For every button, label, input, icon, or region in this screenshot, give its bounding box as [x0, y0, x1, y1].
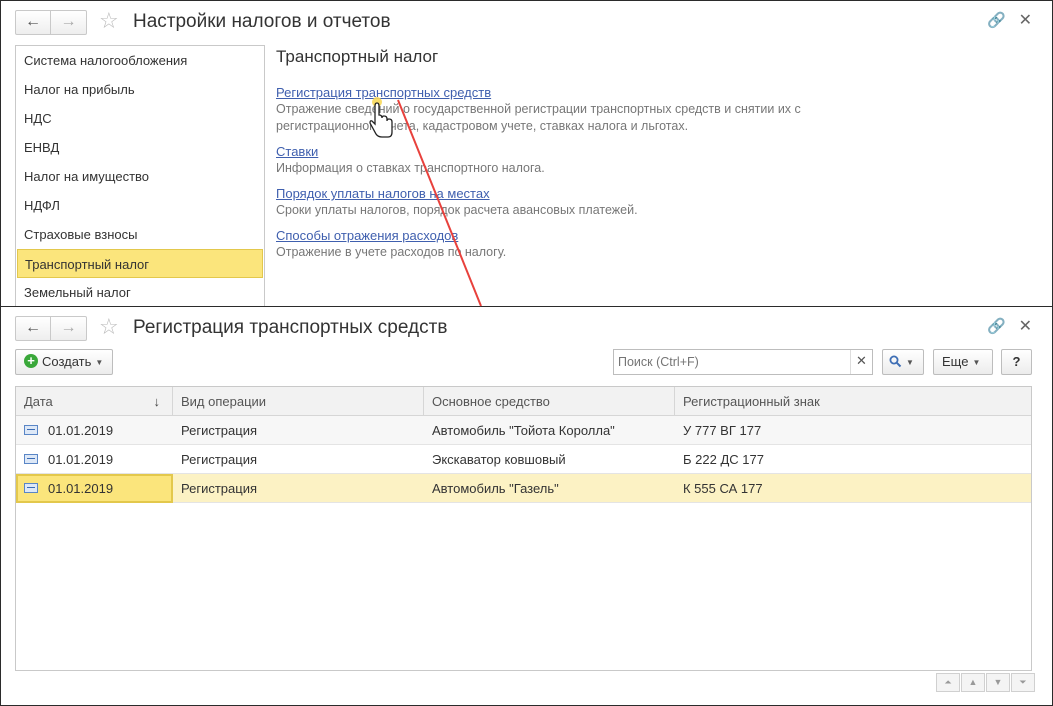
sidebar-item-profit-tax[interactable]: Налог на прибыль	[16, 75, 264, 104]
window-title: Настройки налогов и отчетов	[133, 11, 391, 32]
cell-asset: Автомобиль "Газель"	[432, 481, 559, 496]
clear-icon[interactable]: ✕	[850, 350, 872, 374]
chevron-down-icon: ▼	[906, 357, 914, 367]
cell-operation: Регистрация	[181, 423, 257, 438]
create-label: Создать	[42, 354, 92, 369]
link-payment-procedure[interactable]: Порядок уплаты налогов на местах	[276, 185, 490, 202]
registration-table: Дата ↓ Вид операции Основное средство Рег…	[15, 386, 1032, 671]
last-page-icon[interactable]: ⏷	[1011, 673, 1035, 692]
link-vehicle-registration[interactable]: Регистрация транспортных средств	[276, 84, 491, 101]
column-header-asset[interactable]: Основное средство	[424, 387, 675, 416]
more-label: Еще	[942, 354, 969, 369]
cell-plate: У 777 ВГ 177	[683, 423, 762, 438]
next-page-icon[interactable]: ▼	[986, 673, 1010, 692]
search-icon	[889, 355, 902, 368]
more-button[interactable]: Еще ▼	[933, 349, 993, 375]
help-button[interactable]: ?	[1001, 349, 1032, 375]
table-row[interactable]: 01.01.2019 Регистрация Автомобиль "Тойот…	[16, 416, 1031, 445]
back-button[interactable]: ←	[15, 10, 51, 35]
column-header-plate[interactable]: Регистрационный знак	[675, 387, 1031, 416]
sidebar-item-transport-tax[interactable]: Транспортный налог	[17, 249, 263, 278]
table-row-selected[interactable]: 01.01.2019 Регистрация Автомобиль "Газел…	[16, 474, 1031, 503]
document-icon	[24, 454, 38, 465]
chevron-down-icon: ▼	[95, 357, 104, 367]
sidebar-item-land-tax[interactable]: Земельный налог	[16, 278, 264, 307]
settings-titlebar: ← → ☆ Настройки налогов и отчетов 🔗 ✕	[1, 1, 1052, 43]
table-row[interactable]: 01.01.2019 Регистрация Экскаватор ковшов…	[16, 445, 1031, 474]
list-toolbar: +Создать▼ ✕ ▼ Еще▼ ?	[15, 349, 1032, 377]
chevron-down-icon: ▼	[972, 357, 981, 367]
cell-operation: Регистрация	[181, 481, 257, 496]
arrow-right-icon: →	[60, 319, 77, 336]
back-button[interactable]: ←	[15, 316, 51, 341]
forward-button[interactable]: →	[51, 316, 87, 341]
sidebar-item-envd[interactable]: ЕНВД	[16, 133, 264, 162]
cell-asset: Автомобиль "Тойота Королла"	[432, 423, 615, 438]
transport-tax-content: Транспортный налог Регистрация транспорт…	[276, 45, 1036, 269]
registration-window: ← → ☆ Регистрация транспортных средств 🔗…	[0, 306, 1053, 706]
create-button[interactable]: + Создать ▼	[15, 349, 113, 375]
cell-plate: К 555 СА 177	[683, 481, 763, 496]
link-icon[interactable]: 🔗	[987, 317, 1006, 335]
column-header-date[interactable]: Дата ↓	[16, 387, 173, 416]
arrow-right-icon: →	[60, 13, 77, 30]
link-icon[interactable]: 🔗	[987, 11, 1006, 29]
cell-date: 01.01.2019	[16, 474, 173, 503]
section-title: Транспортный налог	[276, 47, 439, 66]
link-rates[interactable]: Ставки	[276, 143, 318, 160]
desc-vehicle-registration: Отражение сведений о государственной рег…	[276, 102, 801, 133]
sidebar-item-vat[interactable]: НДС	[16, 104, 264, 133]
document-icon	[24, 425, 38, 436]
window-title: Регистрация транспортных средств	[133, 317, 448, 338]
tax-sidebar: Система налогообложения Налог на прибыль…	[15, 45, 265, 308]
cell-asset: Экскаватор ковшовый	[432, 452, 566, 467]
desc-expense-methods: Отражение в учете расходов по налогу.	[276, 245, 507, 259]
document-icon	[24, 483, 38, 494]
favorite-star-icon[interactable]: ☆	[99, 315, 119, 339]
link-expense-methods[interactable]: Способы отражения расходов	[276, 227, 458, 244]
sidebar-item-ndfl[interactable]: НДФЛ	[16, 191, 264, 220]
sidebar-item-property-tax[interactable]: Налог на имущество	[16, 162, 264, 191]
cell-date: 01.01.2019	[16, 445, 173, 474]
column-header-operation[interactable]: Вид операции	[173, 387, 424, 416]
cell-plate: Б 222 ДС 177	[683, 452, 764, 467]
cell-date: 01.01.2019	[16, 416, 173, 445]
sidebar-item-tax-system[interactable]: Система налогообложения	[16, 46, 264, 75]
cell-operation: Регистрация	[181, 452, 257, 467]
arrow-left-icon: ←	[25, 13, 41, 30]
sidebar-item-insurance[interactable]: Страховые взносы	[16, 220, 264, 249]
desc-rates: Информация о ставках транспортного налог…	[276, 161, 545, 175]
prev-page-icon[interactable]: ▲	[961, 673, 985, 692]
desc-payment-procedure: Сроки уплаты налогов, порядок расчета ав…	[276, 203, 638, 217]
search-box: ✕	[613, 349, 873, 375]
close-icon[interactable]: ✕	[1019, 316, 1032, 336]
sort-arrow-icon: ↓	[153, 394, 161, 409]
plus-icon: +	[24, 354, 38, 369]
list-pager: ⏶ ▲ ▼ ⏷	[936, 673, 1036, 692]
favorite-star-icon[interactable]: ☆	[99, 9, 119, 33]
forward-button[interactable]: →	[51, 10, 87, 35]
find-button[interactable]: ▼	[882, 349, 924, 375]
arrow-left-icon: ←	[25, 319, 41, 336]
search-input[interactable]	[614, 350, 850, 374]
close-icon[interactable]: ✕	[1019, 10, 1032, 30]
settings-window: ← → ☆ Настройки налогов и отчетов 🔗 ✕ Си…	[0, 0, 1053, 308]
registration-titlebar: ← → ☆ Регистрация транспортных средств 🔗…	[1, 307, 1052, 349]
first-page-icon[interactable]: ⏶	[936, 673, 960, 692]
table-header: Дата ↓ Вид операции Основное средство Рег…	[16, 387, 1031, 416]
